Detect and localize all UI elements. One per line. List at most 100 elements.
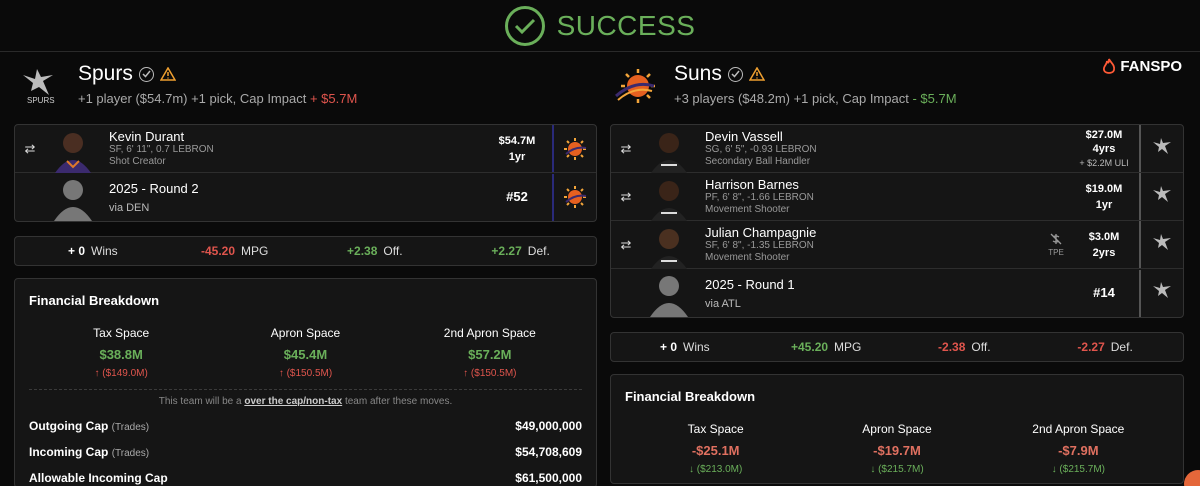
team-header: Suns +3 players ($48.2m) +1 pick, Cap Im… xyxy=(610,62,1184,124)
off-value: +2.38 xyxy=(347,244,378,258)
incoming-assets: ⇄ Kevin Durant SF, 6' 11", 0.7 LEBRON Sh… xyxy=(14,124,597,222)
list-item[interactable]: 2025 - Round 1 via ATL #14 xyxy=(611,269,1183,317)
chat-bubble-button[interactable] xyxy=(1184,470,1200,486)
wins-value: + 0 xyxy=(67,244,85,258)
pick-number: #14 xyxy=(1093,285,1115,300)
list-item[interactable]: ⇄ Julian Champagnie SF, 6' 8", -1.35 LEB… xyxy=(611,221,1183,269)
svg-text:SPURS: SPURS xyxy=(27,96,55,105)
team-summary: +1 player ($54.7m) +1 pick, Cap Impact +… xyxy=(78,91,358,106)
player-name[interactable]: Kevin Durant xyxy=(109,129,482,144)
mpg-value: -45.20 xyxy=(201,244,236,258)
player-details: SG, 6' 5", -0.93 LEBRON xyxy=(705,144,817,155)
section-title: Financial Breakdown xyxy=(29,293,160,308)
check-circle-icon xyxy=(504,5,545,46)
tax-space: Tax Space -$25.1M ↓ ($213.0M) xyxy=(687,422,744,475)
off-value: -2.38 xyxy=(938,340,966,354)
list-item[interactable]: ⇄ Kevin Durant SF, 6' 11", 0.7 LEBRON Sh… xyxy=(15,125,596,173)
wins-value: + 0 xyxy=(659,340,677,354)
player-details: SF, 6' 11", 0.7 LEBRON xyxy=(109,144,214,155)
suns-icon xyxy=(552,173,596,221)
arrow-up-icon: ↑ xyxy=(94,368,100,379)
team-name: Suns xyxy=(674,62,722,85)
cap-status-note: This team will be a over the cap/non-tax… xyxy=(29,389,582,407)
incoming-assets: ⇄ Devin Vassell SG, 6' 5", -0.93 LEBRON … xyxy=(610,124,1184,318)
apron-space: Apron Space -$19.7M ↓ ($215.7M) xyxy=(862,422,932,475)
tpe-indicator[interactable]: TPE xyxy=(1043,232,1069,257)
arrow-up-icon: ↑ xyxy=(463,368,469,379)
player-role: Secondary Ball Handler xyxy=(705,156,811,167)
arrow-down-icon: ↓ xyxy=(688,464,694,475)
success-banner: SUCCESS xyxy=(0,0,1200,52)
def-value: +2.27 xyxy=(491,244,522,258)
table-row: Allowable Incoming Cap $61,500,000 xyxy=(29,471,582,485)
pick-via: via DEN xyxy=(109,201,150,214)
spurs-panel: SPURS Spurs +1 player ($54.7m) +1 pick, … xyxy=(14,62,597,486)
list-item[interactable]: ⇄ Harrison Barnes PF, 6' 8", -1.66 LEBRO… xyxy=(611,173,1183,221)
suns-panel: Suns +3 players ($48.2m) +1 pick, Cap Im… xyxy=(610,62,1184,484)
contract: $54.7M 1yr xyxy=(498,134,536,163)
impact-summary: + 0 Wins -45.20 MPG +2.38 Off. +2.27 Def… xyxy=(14,236,597,266)
second-apron-space: 2nd Apron Space $57.2M ↑ ($150.5M) xyxy=(443,326,536,379)
pick-silhouette-icon xyxy=(641,269,697,317)
list-item[interactable]: 2025 - Round 2 via DEN #52 xyxy=(15,173,596,221)
swap-arrows-icon[interactable]: ⇄ xyxy=(611,237,641,253)
contract: $19.0M 1yr xyxy=(1085,182,1123,211)
banner-title: SUCCESS xyxy=(556,9,696,41)
player-headshot xyxy=(641,173,697,221)
player-name[interactable]: Devin Vassell xyxy=(705,129,1069,144)
player-name[interactable]: Harrison Barnes xyxy=(705,177,1069,192)
warning-icon xyxy=(159,67,176,81)
check-icon xyxy=(138,66,154,82)
pick-number: #52 xyxy=(506,189,528,204)
table-row: Outgoing Cap (Trades) $49,000,000 xyxy=(29,419,582,433)
spurs-icon xyxy=(1139,221,1183,268)
pick-name: 2025 - Round 1 xyxy=(705,276,795,292)
def-value: -2.27 xyxy=(1077,340,1105,354)
spurs-icon xyxy=(1139,269,1183,317)
cap-impact: - $5.7M xyxy=(912,91,957,106)
suns-logo-icon xyxy=(614,66,656,108)
list-item[interactable]: ⇄ Devin Vassell SG, 6' 5", -0.93 LEBRON … xyxy=(611,125,1183,173)
spurs-icon xyxy=(1139,125,1183,172)
table-row: Incoming Cap (Trades) $54,708,609 xyxy=(29,445,582,459)
mpg-value: +45.20 xyxy=(791,340,829,354)
second-apron-space: 2nd Apron Space -$7.9M ↓ ($215.7M) xyxy=(1032,422,1125,475)
arrow-down-icon: ↓ xyxy=(870,464,876,475)
cap-status-link[interactable]: over the cap/non-tax xyxy=(244,396,342,407)
financial-breakdown: Financial Breakdown Tax Space $38.8M ↑ (… xyxy=(14,278,597,486)
impact-summary: + 0 Wins +45.20 MPG -2.38 Off. -2.27 Def… xyxy=(610,332,1184,362)
check-icon xyxy=(727,66,743,82)
player-role: Shot Creator xyxy=(109,156,166,167)
contract: $27.0M 4yrs + $2.2M ULI xyxy=(1079,128,1129,168)
apron-space: Apron Space $45.4M ↑ ($150.5M) xyxy=(270,326,341,379)
player-headshot xyxy=(641,221,697,269)
contract: $3.0M 2yrs xyxy=(1088,230,1120,259)
pick-silhouette-icon xyxy=(45,173,101,221)
swap-arrows-icon[interactable]: ⇄ xyxy=(611,189,641,205)
team-name: Spurs xyxy=(78,62,133,85)
team-header: SPURS Spurs +1 player ($54.7m) +1 pick, … xyxy=(14,62,597,124)
cap-impact: + $5.7M xyxy=(309,91,358,106)
player-role: Movement Shooter xyxy=(705,204,790,215)
financial-breakdown: Financial Breakdown Tax Space -$25.1M ↓ … xyxy=(610,374,1184,484)
player-role: Movement Shooter xyxy=(705,252,790,263)
pick-name: 2025 - Round 2 xyxy=(109,180,199,196)
arrow-down-icon: ↓ xyxy=(1051,464,1057,475)
tax-space: Tax Space $38.8M ↑ ($149.0M) xyxy=(93,326,150,379)
player-headshot xyxy=(45,125,101,173)
swap-arrows-icon[interactable]: ⇄ xyxy=(611,141,641,157)
swap-arrows-icon[interactable]: ⇄ xyxy=(15,141,45,157)
spurs-logo-icon: SPURS xyxy=(18,66,60,108)
suns-icon xyxy=(552,125,596,172)
player-headshot xyxy=(641,125,697,173)
pick-via: via ATL xyxy=(705,297,741,310)
warning-icon xyxy=(748,67,765,81)
team-summary: +3 players ($48.2m) +1 pick, Cap Impact … xyxy=(674,91,957,106)
arrow-up-icon: ↑ xyxy=(278,368,284,379)
spurs-icon xyxy=(1139,173,1183,220)
player-details: PF, 6' 8", -1.66 LEBRON xyxy=(705,192,814,203)
section-title: Financial Breakdown xyxy=(625,389,756,404)
player-details: SF, 6' 8", -1.35 LEBRON xyxy=(705,240,814,251)
no-money-icon xyxy=(1050,233,1062,245)
player-name[interactable]: Julian Champagnie xyxy=(705,225,1043,240)
